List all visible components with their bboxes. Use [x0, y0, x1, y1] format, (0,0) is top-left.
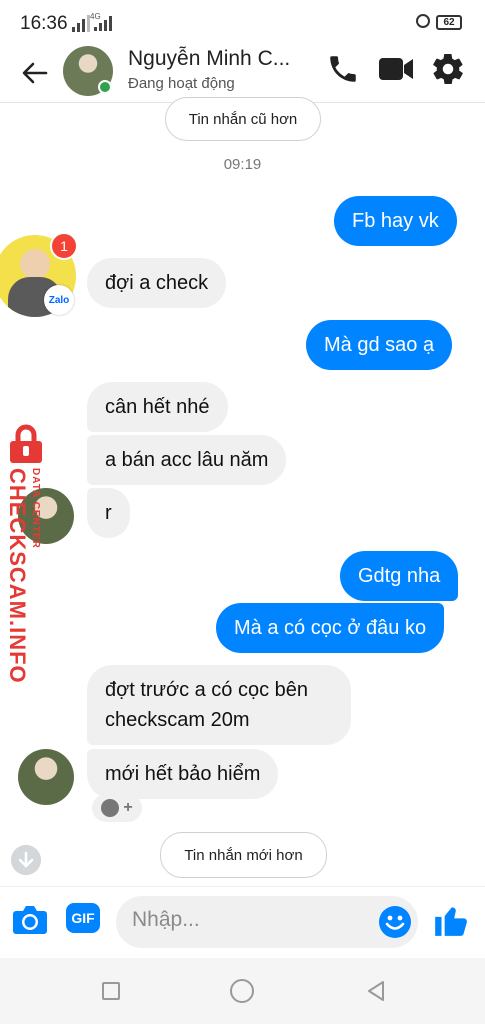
plus-icon: +	[123, 799, 133, 816]
battery-level: 62	[443, 17, 455, 28]
signal-icon-2	[94, 16, 112, 31]
older-messages-label: Tin nhắn cũ hơn	[188, 110, 298, 128]
contact-status: Đang hoạt động	[128, 75, 235, 92]
message-bubble-incoming[interactable]: a bán acc lâu năm	[87, 435, 287, 485]
newer-messages-label: Tin nhắn mới hơn	[184, 846, 303, 864]
add-reaction-button[interactable]: +	[92, 794, 142, 822]
camera-icon[interactable]	[12, 903, 48, 935]
gear-icon[interactable]	[430, 51, 466, 87]
emoji-icon[interactable]	[378, 905, 412, 939]
message-input-placeholder: Nhập...	[132, 908, 200, 931]
status-bar: 16:36 4G 62	[0, 0, 485, 46]
add-reaction-icon	[101, 799, 120, 817]
signal-icon	[72, 14, 90, 32]
message-bubble-incoming-multiline[interactable]: đợt trước a có cọc bên checkscam 20m	[87, 665, 351, 745]
message-bubble-incoming[interactable]: đợi a check	[87, 258, 227, 308]
phone-icon[interactable]	[326, 52, 360, 86]
thumbs-up-icon[interactable]	[432, 901, 470, 939]
message-line: checkscam 20m	[105, 709, 250, 731]
recent-apps-button[interactable]	[102, 982, 120, 1000]
watermark-brand: CHECKSCAM.INFO	[5, 468, 30, 684]
rotation-lock-icon	[416, 14, 430, 28]
message-bubble-incoming[interactable]: r	[87, 488, 130, 538]
watermark-tagline: DATA CENTER	[30, 468, 41, 549]
online-indicator	[98, 80, 112, 94]
scroll-down-icon[interactable]	[11, 845, 41, 875]
nav-back-icon[interactable]	[364, 979, 388, 1003]
battery-icon: 62	[436, 15, 462, 30]
sender-avatar[interactable]	[18, 749, 74, 805]
timestamp-separator: 09:19	[223, 156, 262, 173]
watermark-lock-icon	[10, 424, 42, 463]
message-bubble-incoming[interactable]: cân hết nhé	[87, 382, 228, 432]
zalo-logo: Zalo	[44, 285, 74, 315]
gif-icon[interactable]: GIF	[66, 903, 100, 933]
video-camera-icon[interactable]	[378, 54, 414, 84]
message-bubble-outgoing[interactable]: Mà a có cọc ở đâu ko	[216, 603, 445, 653]
older-messages-button[interactable]: Tin nhắn cũ hơn	[165, 97, 321, 141]
message-line: đợt trước a có cọc bên	[105, 679, 309, 701]
message-bubble-outgoing[interactable]: Mà gd sao ạ	[306, 320, 453, 370]
message-input[interactable]: Nhập...	[116, 896, 418, 948]
home-button[interactable]	[230, 979, 254, 1003]
chat-header: Nguyễn Minh C... Đang hoạt động	[0, 46, 485, 103]
message-bubble-outgoing[interactable]: Gdtg nha	[340, 551, 459, 601]
system-navigation-bar	[0, 958, 485, 1024]
back-arrow-icon[interactable]	[20, 58, 50, 88]
status-time: 16:36	[20, 13, 68, 34]
message-bubble-outgoing[interactable]: Fb hay vk	[334, 196, 457, 246]
newer-messages-button[interactable]: Tin nhắn mới hơn	[160, 832, 327, 878]
contact-name[interactable]: Nguyễn Minh C...	[128, 47, 290, 71]
message-bubble-incoming[interactable]: mới hết bảo hiểm	[87, 749, 279, 799]
notification-badge: 1	[50, 232, 78, 260]
message-composer: GIF Nhập...	[0, 886, 485, 959]
